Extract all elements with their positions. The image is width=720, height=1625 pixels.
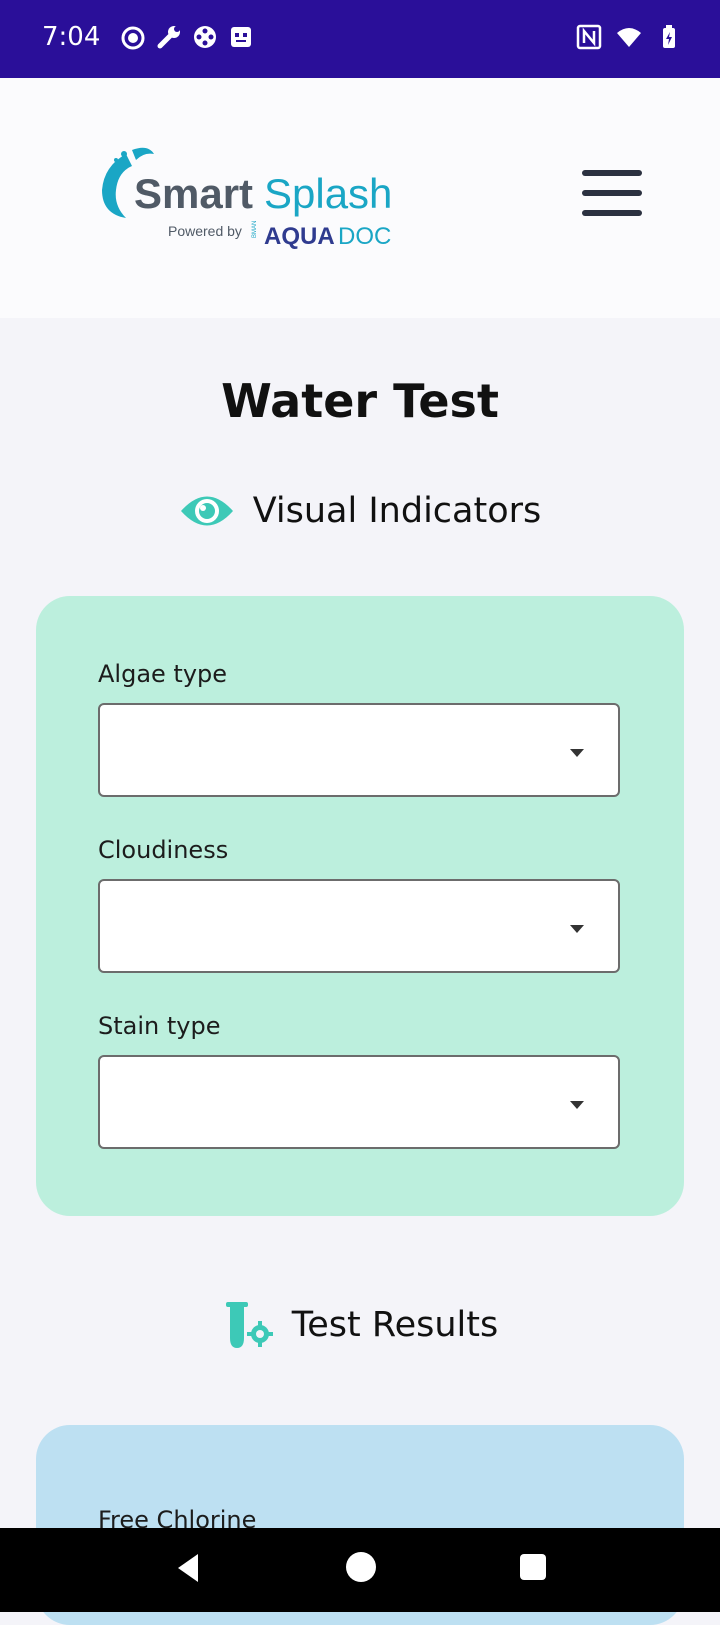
hamburger-menu-icon[interactable] <box>582 170 642 224</box>
visual-indicators-heading: Visual Indicators <box>0 488 720 534</box>
logo-brand-smart: Smart <box>134 170 253 217</box>
test-results-heading: Test Results <box>0 1300 720 1350</box>
logo-partner-aqua: AQUA <box>264 223 335 250</box>
stain-type-select[interactable] <box>98 1055 620 1149</box>
status-time: 7:04 <box>42 22 101 52</box>
menu-line <box>582 170 642 176</box>
logo-tagline: Powered by <box>168 223 242 239</box>
visual-indicators-title: Visual Indicators <box>252 491 542 531</box>
chevron-down-icon <box>570 749 584 757</box>
smartsplash-logo[interactable]: Smart Splash Powered by BMAN AQUA DOC <box>96 146 422 256</box>
menu-line <box>582 190 642 196</box>
wifi-icon <box>617 28 641 47</box>
page-title: Water Test <box>221 374 499 428</box>
status-notifications <box>120 24 254 50</box>
nfc-icon <box>576 24 602 50</box>
test-tube-gear-icon <box>225 1302 273 1348</box>
home-icon[interactable] <box>346 1552 376 1582</box>
menu-line <box>582 210 642 216</box>
battery-charging-icon <box>663 25 675 48</box>
gamepad-icon <box>194 26 216 48</box>
cloudiness-label: Cloudiness <box>98 836 229 864</box>
cat-face-icon <box>121 26 145 50</box>
algae-type-select[interactable] <box>98 703 620 797</box>
logo-partner-doc: DOC <box>338 223 391 250</box>
test-results-title: Test Results <box>291 1305 499 1345</box>
wrench-icon <box>157 26 180 49</box>
status-bar: 7:04 <box>0 0 720 78</box>
algae-type-label: Algae type <box>98 660 228 688</box>
logo-brand-splash: Splash <box>264 170 392 217</box>
logo-partner-small: BMAN <box>252 221 258 238</box>
cloudiness-select[interactable] <box>98 879 620 973</box>
back-icon[interactable] <box>174 1552 202 1584</box>
eye-icon <box>180 496 233 526</box>
status-system <box>576 24 682 50</box>
chevron-down-icon <box>570 925 584 933</box>
system-nav-bar <box>0 1528 720 1612</box>
recents-icon[interactable] <box>520 1554 546 1580</box>
chevron-down-icon <box>570 1101 584 1109</box>
robot-icon <box>231 27 251 47</box>
stain-type-label: Stain type <box>98 1012 221 1040</box>
